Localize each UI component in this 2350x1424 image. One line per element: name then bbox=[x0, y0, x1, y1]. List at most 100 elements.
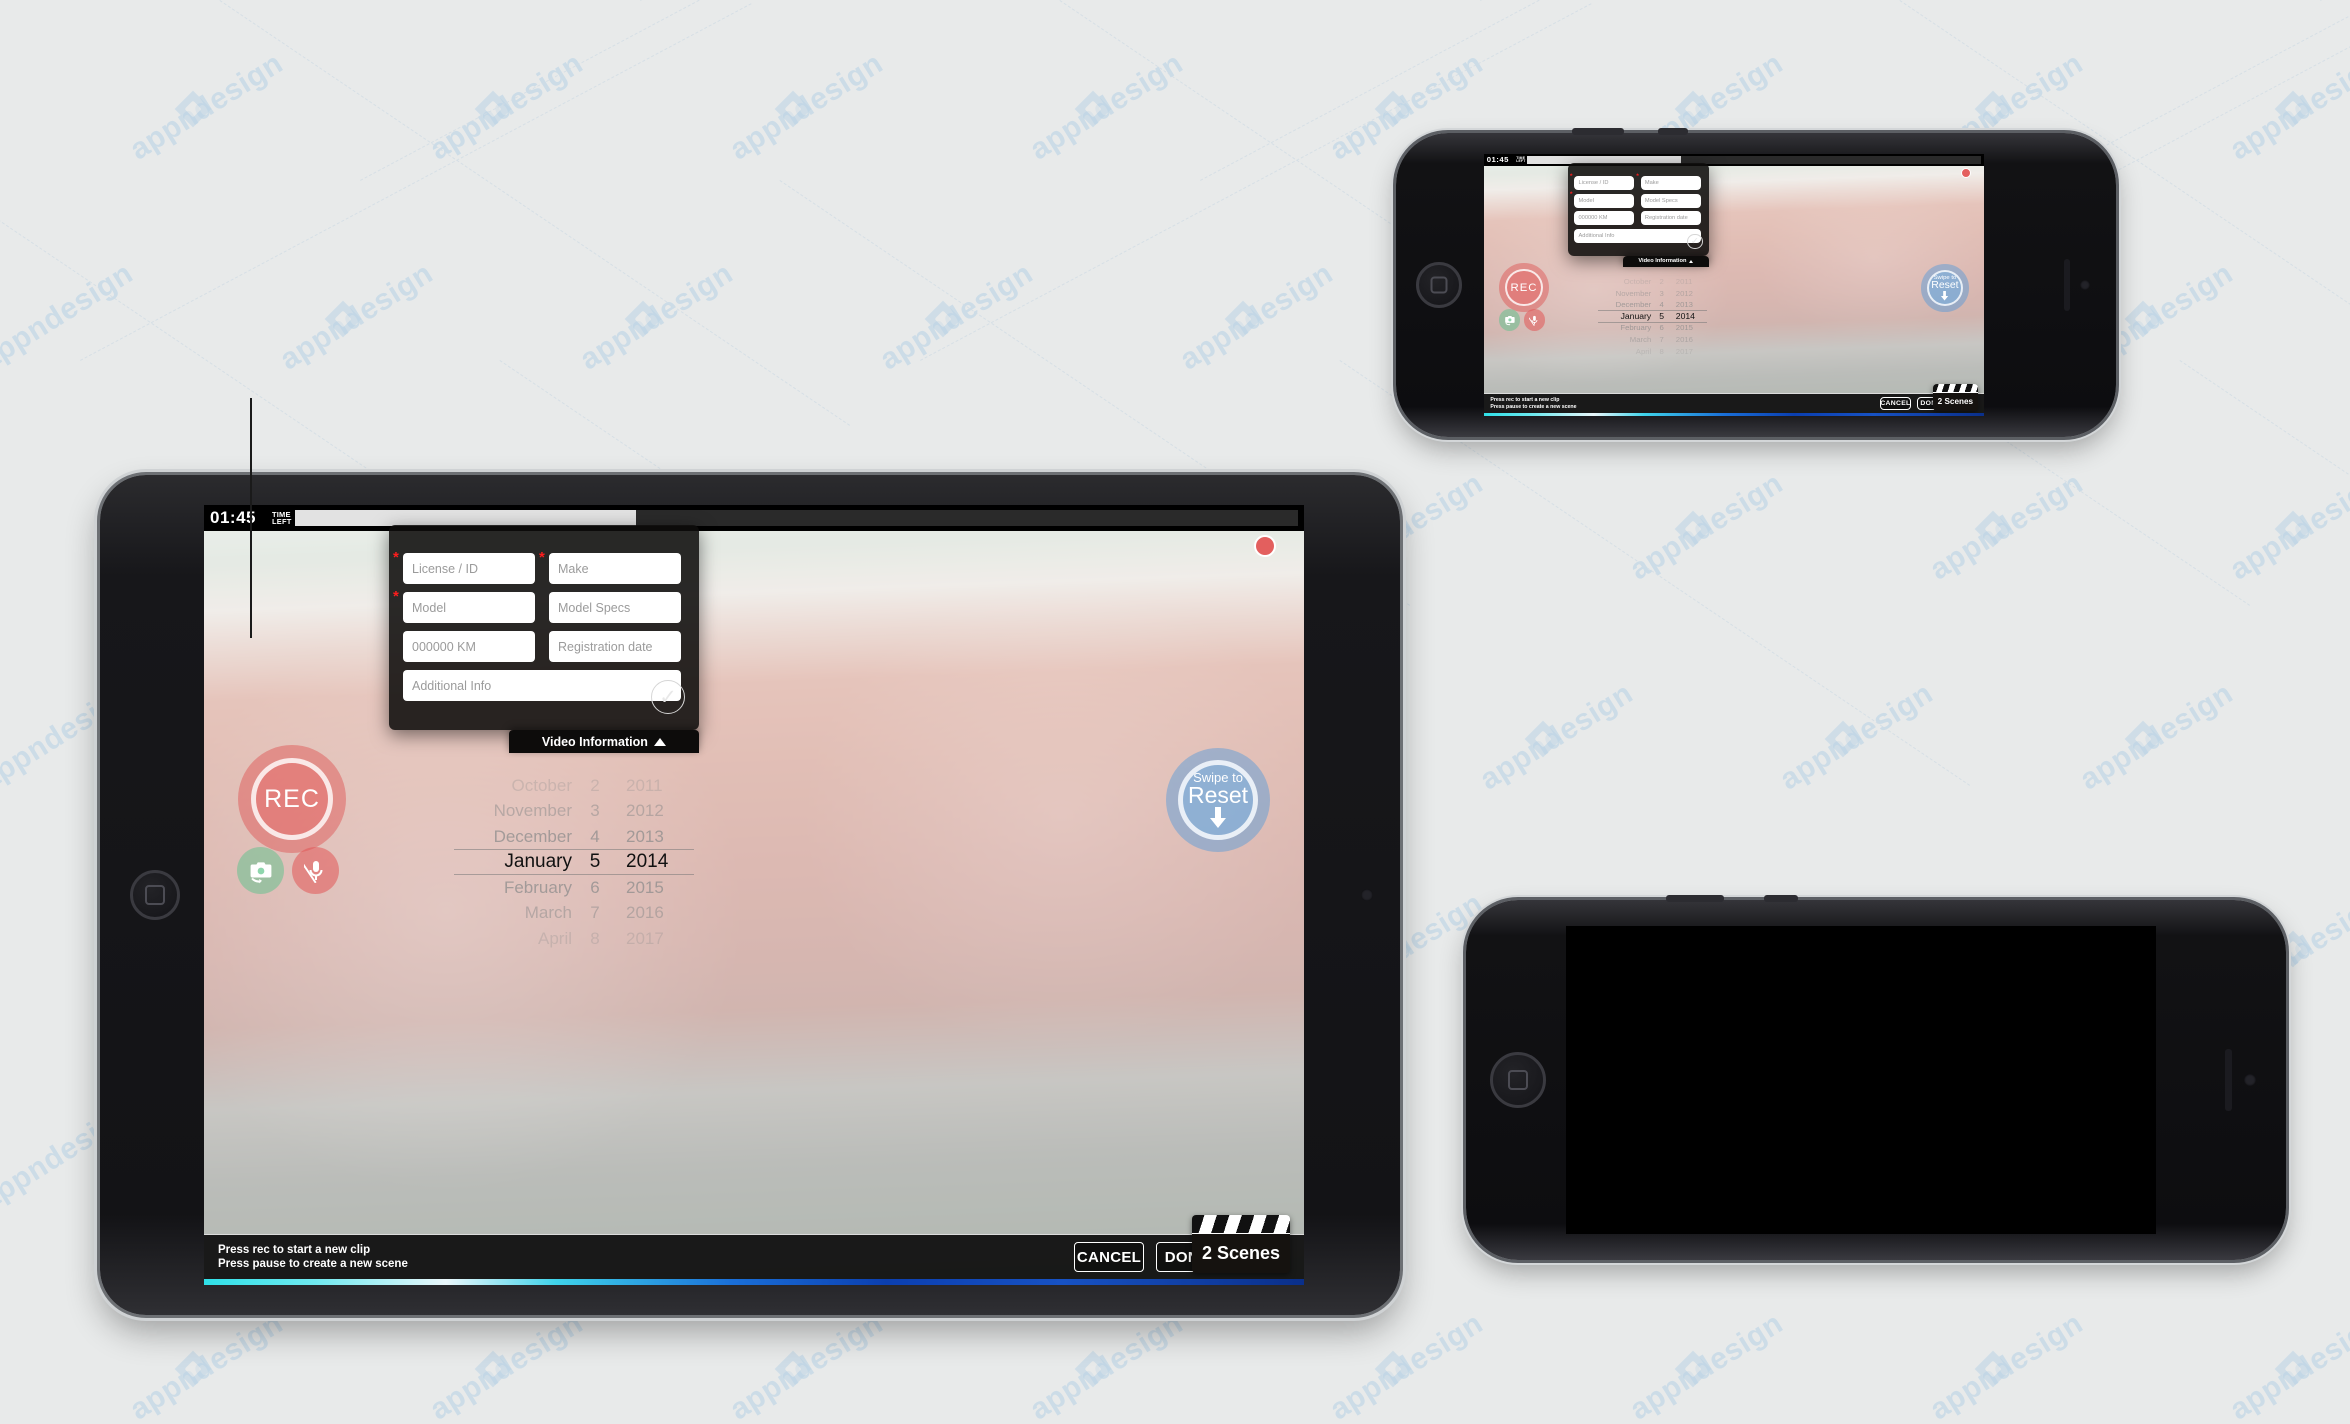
swipe-to-reset-button[interactable]: Swipe to Reset bbox=[1166, 748, 1270, 852]
field-000000-km[interactable]: 000000 KM bbox=[403, 631, 535, 662]
cancel-button[interactable]: CANCEL bbox=[1879, 396, 1912, 411]
phone1-earpiece-speaker bbox=[2064, 259, 2070, 311]
mic-mute-button[interactable] bbox=[292, 847, 339, 894]
camera-flip-button[interactable] bbox=[237, 847, 284, 894]
watermark-logo-icon bbox=[1824, 720, 1862, 758]
field-model-specs[interactable]: Model Specs bbox=[549, 592, 681, 623]
hint-line-2: Press pause to create a new scene bbox=[1490, 403, 1577, 410]
field-placeholder: Model bbox=[1578, 197, 1594, 204]
watermark-text: appndesign bbox=[424, 1306, 589, 1424]
field-make[interactable]: Make bbox=[549, 553, 681, 584]
watermark-text: appndesign bbox=[424, 46, 589, 167]
video-information-tab[interactable]: Video Information bbox=[1622, 256, 1709, 267]
field-model[interactable]: Model bbox=[403, 592, 535, 623]
field-placeholder: 000000 KM bbox=[1578, 215, 1608, 222]
phone3-earpiece-speaker bbox=[2225, 1049, 2232, 1111]
down-arrow-icon bbox=[1941, 291, 1949, 301]
picker-row[interactable]: October 2 2011 bbox=[1598, 276, 1707, 288]
watermark-text: appndesign bbox=[1324, 1306, 1489, 1424]
scene-counter-badge[interactable]: 2 Scenes bbox=[1933, 384, 1978, 411]
status-bar: 01:45 TIME LEFT bbox=[204, 505, 1304, 531]
record-target-icon[interactable] bbox=[1254, 535, 1276, 557]
picker-row[interactable]: February 6 2015 bbox=[454, 875, 694, 901]
mic-muted-icon bbox=[303, 860, 322, 883]
camera-preview-video bbox=[1484, 154, 1984, 416]
phone3-home-button[interactable] bbox=[1490, 1052, 1546, 1108]
picker-row[interactable]: March 7 2016 bbox=[454, 901, 694, 927]
reset-label: Reset bbox=[1931, 279, 1959, 291]
home-square-icon bbox=[1508, 1070, 1528, 1090]
watermark-logo-icon bbox=[774, 90, 812, 128]
time-elapsed-label: 01:45 bbox=[1486, 155, 1509, 165]
tablet-screen[interactable]: 01:45 TIME LEFT REC Swipe to Reset Octob… bbox=[204, 505, 1304, 1285]
picker-year: 2015 bbox=[626, 877, 664, 897]
camera-flip-button[interactable] bbox=[1499, 309, 1521, 331]
watermark-logo-icon bbox=[1974, 510, 2012, 548]
cancel-button[interactable]: CANCEL bbox=[1074, 1242, 1144, 1272]
watermark-logo-icon bbox=[1374, 90, 1412, 128]
picker-row[interactable]: November 3 2012 bbox=[1598, 287, 1707, 299]
picker-row[interactable]: March 7 2016 bbox=[1598, 334, 1707, 346]
field-license-id[interactable]: License / ID bbox=[403, 553, 535, 584]
tablet-home-button[interactable] bbox=[130, 870, 180, 920]
scene-counter-badge[interactable]: 2 Scenes bbox=[1192, 1215, 1290, 1273]
required-asterisk: * bbox=[1636, 173, 1639, 181]
picker-row[interactable]: February 6 2015 bbox=[1598, 322, 1707, 334]
field-registration-date[interactable]: Registration date bbox=[549, 631, 681, 662]
field-model[interactable]: Model bbox=[1574, 193, 1635, 208]
phone1-power-button[interactable] bbox=[1572, 128, 1624, 135]
clip-timeline-bar[interactable] bbox=[204, 1279, 1304, 1285]
picker-day: 7 bbox=[1659, 335, 1664, 345]
record-button[interactable]: REC bbox=[1499, 263, 1549, 313]
watermark-guide-line bbox=[2179, 360, 2350, 786]
phone3-power-button[interactable] bbox=[1666, 895, 1724, 902]
phone1-volume-button[interactable] bbox=[1658, 128, 1688, 135]
picker-day: 5 bbox=[589, 851, 601, 873]
picker-year: 2017 bbox=[626, 928, 664, 948]
phone3-screen[interactable] bbox=[1566, 926, 2156, 1234]
picker-row-selected[interactable]: January 5 2014 bbox=[1598, 311, 1707, 323]
phone-device-large bbox=[1466, 895, 2286, 1260]
picker-row[interactable]: April 8 2017 bbox=[1598, 345, 1707, 357]
field-additional-info[interactable]: Additional Info bbox=[403, 670, 681, 701]
picker-selection-line-bottom bbox=[454, 874, 694, 875]
picker-day: 6 bbox=[1659, 323, 1664, 333]
confirm-check-button[interactable]: ✓ bbox=[651, 680, 685, 714]
mic-mute-button[interactable] bbox=[1524, 309, 1546, 331]
video-information-tab[interactable]: Video Information bbox=[509, 730, 699, 753]
field-placeholder: Make bbox=[558, 561, 589, 576]
watermark-text: appndesign bbox=[1174, 256, 1339, 377]
record-button[interactable]: REC bbox=[238, 745, 346, 853]
tablet-device: 01:45 TIME LEFT REC Swipe to Reset Octob… bbox=[100, 475, 1400, 1315]
field-000000-km[interactable]: 000000 KM bbox=[1574, 211, 1635, 226]
picker-row[interactable]: December 4 2013 bbox=[454, 824, 694, 850]
time-left-progress-bar[interactable] bbox=[294, 510, 1298, 526]
watermark-logo-icon bbox=[1074, 1350, 1112, 1388]
confirm-check-button[interactable]: ✓ bbox=[1687, 233, 1703, 249]
picker-row[interactable]: December 4 2013 bbox=[1598, 299, 1707, 311]
record-target-icon[interactable] bbox=[1961, 167, 1972, 178]
field-make[interactable]: Make bbox=[1640, 175, 1701, 190]
picker-row-selected[interactable]: January 5 2014 bbox=[454, 850, 694, 876]
field-model-specs[interactable]: Model Specs bbox=[1640, 193, 1701, 208]
watermark-logo-icon bbox=[1524, 720, 1562, 758]
picker-month: April bbox=[1635, 346, 1652, 356]
field-additional-info[interactable]: Additional Info bbox=[1574, 229, 1701, 244]
phone1-home-button[interactable] bbox=[1416, 262, 1462, 308]
picker-row[interactable]: November 3 2012 bbox=[454, 799, 694, 825]
watermark-logo-icon bbox=[474, 1350, 512, 1388]
picker-month: February bbox=[1620, 323, 1652, 333]
field-registration-date[interactable]: Registration date bbox=[1640, 211, 1701, 226]
phone1-screen[interactable]: 01:45 TIME LEFT REC Swipe to Reset Octob… bbox=[1484, 154, 1984, 416]
swipe-to-reset-button[interactable]: Swipe to Reset bbox=[1921, 264, 1969, 312]
picker-row[interactable]: April 8 2017 bbox=[454, 926, 694, 952]
field-placeholder: Make bbox=[1644, 179, 1659, 186]
phone3-volume-button[interactable] bbox=[1764, 895, 1798, 902]
reset-label-group: Swipe to Reset bbox=[1188, 770, 1248, 808]
picker-row[interactable]: October 2 2011 bbox=[454, 773, 694, 799]
watermark-logo-icon bbox=[924, 300, 962, 338]
field-license-id[interactable]: License / ID bbox=[1574, 175, 1635, 190]
picker-year: 2016 bbox=[626, 903, 664, 923]
clip-timeline-bar[interactable] bbox=[1484, 413, 1984, 416]
watermark-text: appndesign bbox=[124, 46, 289, 167]
